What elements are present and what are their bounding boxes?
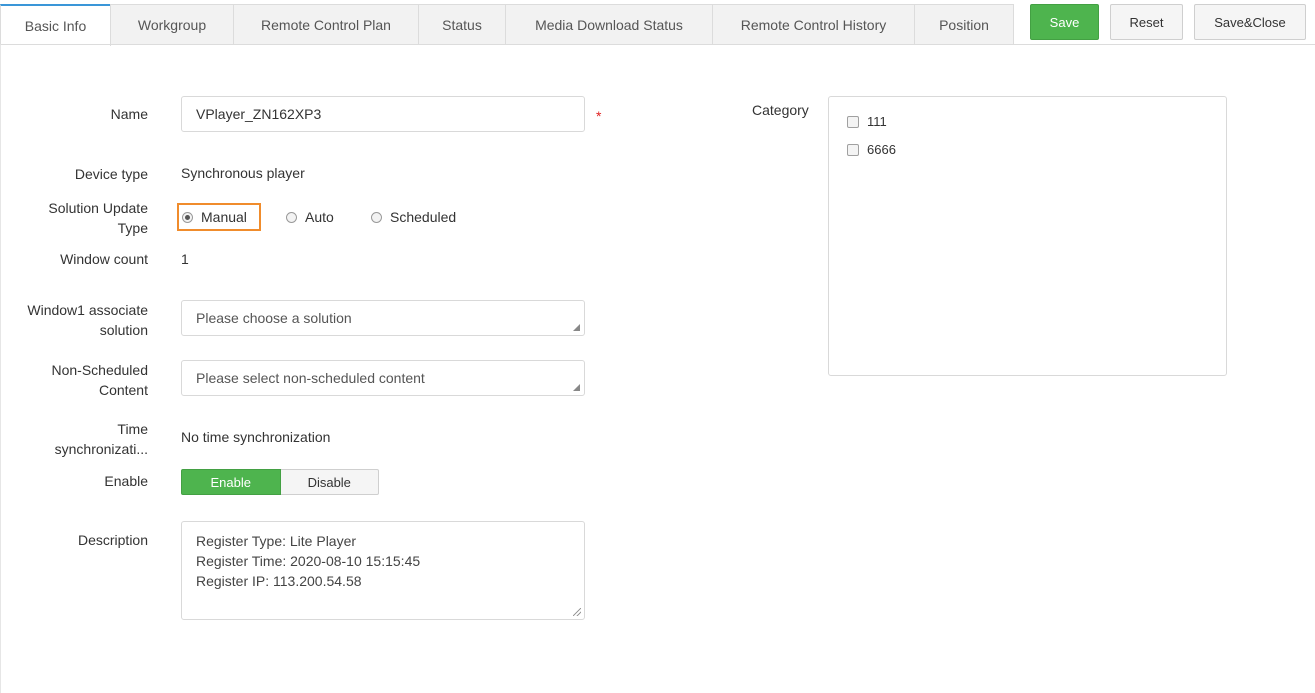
radio-icon [286,211,297,223]
category-item[interactable]: 6666 [847,142,896,157]
save-button[interactable]: Save [1030,4,1099,40]
device-type-label: Device type [74,166,148,182]
non-scheduled-content-select[interactable]: Please select non-scheduled content [181,360,585,396]
name-input[interactable]: VPlayer_ZN162XP3 [181,96,585,132]
tab-label: Workgroup [137,16,207,33]
time-sync-label: Time synchronizati... [55,419,148,459]
description-label: Description [77,532,148,548]
description-textarea[interactable]: Register Type: Lite Player Register Time… [181,521,585,620]
tab-label: Media Download Status [535,16,683,33]
radio-label: Auto [305,209,334,225]
label-line: synchronizati... [54,441,148,457]
tab-label: Basic Info [24,18,87,34]
label-line: solution [99,322,148,338]
checkbox-icon[interactable] [847,115,859,128]
tab-label: Remote Control History [740,16,887,33]
radio-label: Scheduled [390,209,457,225]
label-line: Window1 associate [27,302,148,318]
tab-basic-info[interactable]: Basic Info [0,4,111,46]
tab-label: Status [442,16,482,33]
window1-solution-label: Window1 associate solution [27,300,148,340]
reset-button[interactable]: Reset [1110,4,1183,40]
window-count-value: 1 [181,251,189,267]
tab-label: Position [939,16,989,33]
radio-selected-icon [182,211,193,223]
description-line: Register Time: 2020-08-10 15:15:45 [196,553,421,569]
category-item-label: 111 [867,114,887,129]
label-line: Type [117,220,148,236]
radio-label: Manual [201,209,247,225]
enable-button[interactable]: Enable [181,469,281,495]
tab-status[interactable]: Status [418,4,506,44]
resize-handle-icon[interactable] [573,608,581,616]
tab-label: Remote Control Plan [261,16,391,33]
tab-remote-control-history[interactable]: Remote Control History [712,4,915,44]
time-sync-value: No time synchronization [181,429,331,445]
save-close-button[interactable]: Save&Close [1194,4,1306,40]
dropdown-corner-icon [573,324,580,331]
non-scheduled-content-label: Non-Scheduled Content [51,360,148,400]
tab-bar: Basic Info Workgroup Remote Control Plan… [0,0,1315,46]
required-mark: * [596,108,602,124]
solution-update-type-label: Solution Update Type [48,198,148,238]
checkbox-icon[interactable] [847,143,859,156]
label-line: Non-Scheduled [51,362,148,378]
description-line: Register Type: Lite Player [196,533,357,549]
tab-remote-control-plan[interactable]: Remote Control Plan [233,4,419,44]
radio-scheduled[interactable]: Scheduled [371,203,456,231]
category-list: 111 6666 [828,96,1227,376]
description-line: Register IP: 113.200.54.58 [196,573,362,589]
radio-manual[interactable]: Manual [177,203,261,231]
device-type-value: Synchronous player [181,165,305,181]
category-label: Category [752,102,809,118]
label-line: Time [117,421,148,437]
tab-position[interactable]: Position [914,4,1014,44]
enable-toggle: Enable Disable [181,469,379,495]
window1-solution-select[interactable]: Please choose a solution [181,300,585,336]
dropdown-corner-icon [573,384,580,391]
label-line: Solution Update [48,200,148,216]
name-label: Name [110,106,148,122]
radio-icon [371,211,382,223]
category-item-label: 6666 [867,142,896,157]
window-count-label: Window count [60,251,148,267]
tab-media-download-status[interactable]: Media Download Status [505,4,713,44]
tab-workgroup[interactable]: Workgroup [110,4,234,44]
select-placeholder: Please select non-scheduled content [196,370,425,386]
select-placeholder: Please choose a solution [196,310,352,326]
label-line: Content [98,382,148,398]
category-item[interactable]: 111 [847,114,887,129]
radio-auto[interactable]: Auto [286,203,334,231]
enable-label: Enable [104,473,148,489]
disable-button[interactable]: Disable [280,469,379,495]
